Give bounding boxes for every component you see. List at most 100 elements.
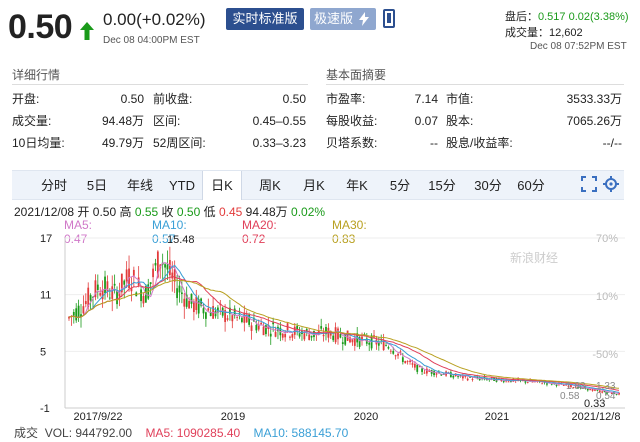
divider <box>326 84 624 85</box>
y-tick-label: 5 <box>40 346 46 358</box>
candle-body <box>154 263 157 266</box>
candle-body <box>353 338 356 346</box>
x-tick-label: 2020 <box>354 411 378 422</box>
candle-body <box>149 282 152 285</box>
ohlc-date: 2021/12/08 <box>14 205 75 219</box>
field-value: 0.45–0.55 <box>252 114 306 128</box>
volume-readout: 成交 VOL: 944792.00 MA5: 1090285.40 MA10: … <box>14 424 348 441</box>
close-value: 0.50 <box>176 205 201 219</box>
after-hours-volume: 成交量：12,602 <box>505 24 583 40</box>
candle-body <box>168 259 171 276</box>
candle-body <box>204 312 207 319</box>
tab-2[interactable]: 年线 <box>120 171 160 200</box>
field-value: 7065.26万 <box>566 114 622 128</box>
field-label: 开盘: <box>12 92 40 106</box>
y-tick-label: -1 <box>40 403 50 415</box>
field-label: 股本: <box>446 114 474 128</box>
candle-body <box>337 328 339 340</box>
y-tick-label: 17 <box>40 233 52 245</box>
candle-body <box>305 329 308 331</box>
candle-body <box>541 383 544 385</box>
min-label: 0.33 <box>584 398 605 410</box>
candle-body <box>320 326 323 329</box>
divider <box>12 84 308 85</box>
candle-body <box>123 280 126 285</box>
candle-body <box>413 363 416 368</box>
candle-body <box>404 361 407 364</box>
candle-body <box>433 370 435 376</box>
candle-body <box>195 296 198 311</box>
candle-body <box>308 334 311 340</box>
candle-body <box>385 345 387 346</box>
candle-body <box>421 368 423 372</box>
pct-tick-label: 10% <box>596 291 618 303</box>
candle-body <box>289 336 291 338</box>
expand-icon[interactable] <box>581 176 597 192</box>
field-value: 0.50 <box>282 92 306 106</box>
candle-body <box>406 360 409 362</box>
candle-body <box>507 381 510 383</box>
tab-10[interactable]: 30分 <box>470 171 506 200</box>
candle-body <box>615 394 618 395</box>
candle-body <box>226 318 229 320</box>
candle-body <box>104 276 106 294</box>
candlestick-chart[interactable]: 17 11 5 -1 70% 10% -50% 2017/9/22 2019 2020 2021 20… <box>0 232 640 422</box>
candle-body <box>291 334 294 338</box>
tab-5[interactable]: 周K <box>252 171 288 200</box>
tab-9[interactable]: 15分 <box>424 171 460 200</box>
after-hours: 盘后：0.517 0.02(3.38%) <box>505 8 629 24</box>
up-arrow-icon <box>80 22 94 40</box>
pct-tick-label: 70% <box>596 233 618 245</box>
candle-body <box>526 382 529 383</box>
candle-body <box>284 334 287 338</box>
field-value: 94.48万 <box>101 114 144 128</box>
candle-body <box>562 385 565 386</box>
field-label: 成交量: <box>12 114 52 128</box>
tab-4[interactable]: 日K <box>202 171 242 200</box>
candle-body <box>435 373 438 375</box>
realtime-standard-button[interactable]: 实时标准版 <box>226 8 304 30</box>
candle-body <box>116 290 118 305</box>
candle-body <box>111 286 114 299</box>
candle-body <box>322 334 325 337</box>
candle-body <box>272 322 275 325</box>
tab-0[interactable]: 分时 <box>34 171 74 200</box>
candle-body <box>152 268 154 278</box>
candle-body <box>332 335 335 341</box>
candle-body <box>192 301 195 313</box>
candle-body <box>546 383 548 385</box>
tab-1[interactable]: 5日 <box>78 171 116 200</box>
y-tick-label: 11 <box>40 290 51 302</box>
mobile-phone-icon[interactable] <box>383 9 395 28</box>
tab-7[interactable]: 年K <box>337 171 377 200</box>
open-value: 0.50 <box>92 205 117 219</box>
candle-body <box>108 297 111 299</box>
field-label: 市值: <box>446 92 474 106</box>
field-label: 股息/收益率: <box>446 136 513 150</box>
tab-11[interactable]: 60分 <box>512 171 550 200</box>
detail-section-title: 详细行情 <box>12 68 61 82</box>
ohlc-volume: 94.48万 <box>245 205 288 219</box>
high-value: 0.55 <box>134 205 159 219</box>
candle-body <box>72 312 75 316</box>
candle-body <box>255 324 258 331</box>
candle-body <box>140 289 142 302</box>
candle-body <box>411 363 414 365</box>
vol-ma5-value: MA5: 1090285.40 <box>145 426 241 440</box>
candle-body <box>113 283 116 286</box>
pct-tick-label: -50% <box>592 349 618 361</box>
settings-icon[interactable] <box>603 176 619 192</box>
candle-body <box>142 295 145 304</box>
candle-body <box>176 288 178 299</box>
lightning-icon <box>359 12 369 26</box>
tab-8[interactable]: 5分 <box>384 171 416 200</box>
vol-value: VOL: 944792.00 <box>44 426 133 440</box>
tab-3[interactable]: YTD <box>162 171 202 200</box>
candle-body <box>303 333 306 340</box>
fast-version-label: 极速版 <box>314 11 354 26</box>
x-tick-label: 2021 <box>485 411 509 422</box>
tab-6[interactable]: 月K <box>295 171 333 200</box>
candle-body <box>401 357 404 362</box>
candle-body <box>389 350 392 352</box>
candle-body <box>96 284 99 290</box>
